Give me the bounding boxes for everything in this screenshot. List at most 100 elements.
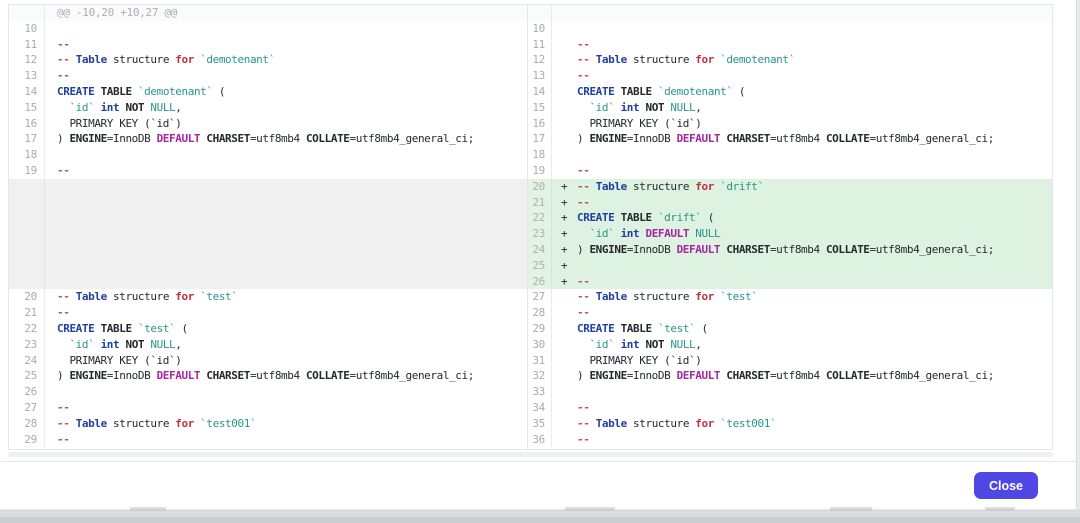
diff-line — [9, 179, 527, 195]
code-line: -- — [552, 432, 1052, 448]
diff-line: 25+ — [528, 258, 1052, 274]
code-line: -- — [45, 163, 527, 179]
diff-line: 21+-- — [528, 195, 1052, 211]
diff-line: 15 `id` int NOT NULL, — [528, 100, 1052, 116]
line-number: 21 — [9, 305, 45, 321]
diff-line: 13-- — [528, 68, 1052, 84]
line-number: 24 — [528, 242, 552, 258]
code-line: CREATE TABLE `test` ( — [45, 321, 527, 337]
code-line: -- — [45, 400, 527, 416]
code-line: -- — [45, 305, 527, 321]
code-line: -- — [552, 68, 1052, 84]
diff-line: 22CREATE TABLE `test` ( — [9, 321, 527, 337]
line-number: 26 — [528, 274, 552, 290]
line-number: 10 — [9, 21, 45, 37]
code-line: -- — [45, 68, 527, 84]
diff-line: 17) ENGINE=InnoDB DEFAULT CHARSET=utf8mb… — [528, 131, 1052, 147]
line-number: 27 — [528, 289, 552, 305]
line-number: 24 — [9, 353, 45, 369]
code-line: -- — [552, 163, 1052, 179]
diff-line: 24+) ENGINE=InnoDB DEFAULT CHARSET=utf8m… — [528, 242, 1052, 258]
line-number: 15 — [9, 100, 45, 116]
code-line: -- — [552, 305, 1052, 321]
diff-line — [9, 274, 527, 290]
diff-line: 12-- Table structure for `demotenant` — [528, 52, 1052, 68]
code-line: -- — [552, 37, 1052, 53]
diff-line: 25) ENGINE=InnoDB DEFAULT CHARSET=utf8mb… — [9, 368, 527, 384]
code-line — [45, 195, 527, 211]
modal-footer: Close — [0, 461, 1076, 509]
diff-add-marker: + — [552, 274, 577, 290]
background-page-remnant — [565, 507, 615, 511]
line-number: 27 — [9, 400, 45, 416]
screen: @@ -10,20 +10,27 @@1011--12-- Table stru… — [0, 0, 1080, 523]
code-line: -- — [45, 432, 527, 448]
code-line: CREATE TABLE `demotenant` ( — [45, 84, 527, 100]
diff-line: 27-- — [9, 400, 527, 416]
line-number: 11 — [528, 37, 552, 53]
code-line — [552, 384, 1052, 400]
code-line: +-- — [552, 195, 1052, 211]
diff-line: 33 — [528, 384, 1052, 400]
line-number: 29 — [9, 432, 45, 448]
line-number: 21 — [528, 195, 552, 211]
diff-line: 18 — [528, 147, 1052, 163]
line-number: 16 — [9, 116, 45, 132]
line-number: 28 — [9, 416, 45, 432]
code-line: @@ -10,20 +10,27 @@ — [45, 5, 527, 21]
code-line: CREATE TABLE `test` ( — [552, 321, 1052, 337]
line-number: 34 — [528, 400, 552, 416]
line-number: 23 — [9, 337, 45, 353]
code-line: `id` int NOT NULL, — [552, 337, 1052, 353]
line-number: 26 — [9, 384, 45, 400]
diff-line: 32) ENGINE=InnoDB DEFAULT CHARSET=utf8mb… — [528, 368, 1052, 384]
diff-line: 12-- Table structure for `demotenant` — [9, 52, 527, 68]
diff-line: 11-- — [9, 37, 527, 53]
code-line: -- Table structure for `test` — [45, 289, 527, 305]
code-line: + — [552, 258, 1052, 274]
code-line: +-- Table structure for `drift` — [552, 179, 1052, 195]
background-page-right-edge — [1076, 0, 1080, 523]
line-number: 29 — [528, 321, 552, 337]
diff-line: 34-- — [528, 400, 1052, 416]
diff-line: 18 — [9, 147, 527, 163]
code-line — [45, 274, 527, 290]
close-button[interactable]: Close — [974, 472, 1038, 499]
diff-line: 19-- — [9, 163, 527, 179]
code-line: +-- — [552, 274, 1052, 290]
background-page-remnant — [985, 507, 1015, 511]
diff-line: 10 — [9, 21, 527, 37]
code-line — [552, 147, 1052, 163]
diff-line: 28-- — [528, 305, 1052, 321]
code-line: ) ENGINE=InnoDB DEFAULT CHARSET=utf8mb4 … — [45, 368, 527, 384]
horizontal-scrollbar[interactable] — [8, 452, 1053, 457]
diff-line — [9, 195, 527, 211]
line-number: 15 — [528, 100, 552, 116]
code-line: ) ENGINE=InnoDB DEFAULT CHARSET=utf8mb4 … — [45, 131, 527, 147]
diff-line: 24 PRIMARY KEY (`id`) — [9, 353, 527, 369]
code-line — [552, 21, 1052, 37]
line-number: 17 — [9, 131, 45, 147]
code-line: -- Table structure for `demotenant` — [552, 52, 1052, 68]
line-number — [9, 5, 45, 21]
code-line — [45, 226, 527, 242]
code-line: -- — [552, 400, 1052, 416]
code-line — [45, 179, 527, 195]
diff-line: 29-- — [9, 432, 527, 448]
code-line: +) ENGINE=InnoDB DEFAULT CHARSET=utf8mb4… — [552, 242, 1052, 258]
code-line: PRIMARY KEY (`id`) — [45, 353, 527, 369]
code-line: +CREATE TABLE `drift` ( — [552, 210, 1052, 226]
diff-line: 29CREATE TABLE `test` ( — [528, 321, 1052, 337]
code-line: ) ENGINE=InnoDB DEFAULT CHARSET=utf8mb4 … — [552, 368, 1052, 384]
diff-line: 20-- Table structure for `test` — [9, 289, 527, 305]
code-line: PRIMARY KEY (`id`) — [552, 353, 1052, 369]
diff-line: 23+ `id` int DEFAULT NULL — [528, 226, 1052, 242]
line-number: 22 — [528, 210, 552, 226]
diff-line: 11-- — [528, 37, 1052, 53]
code-line: -- Table structure for `test001` — [45, 416, 527, 432]
line-number: 30 — [528, 337, 552, 353]
diff-add-marker: + — [552, 210, 577, 226]
line-number: 20 — [9, 289, 45, 305]
line-number: 13 — [528, 68, 552, 84]
line-number: 10 — [528, 21, 552, 37]
